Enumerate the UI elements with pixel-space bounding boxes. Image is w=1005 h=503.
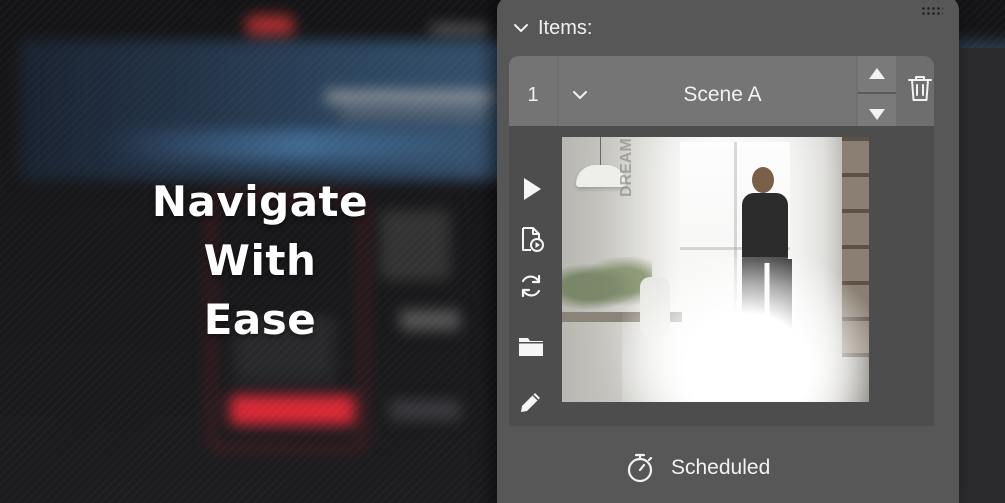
headline-line-3: Ease xyxy=(203,295,317,344)
open-media-button[interactable] xyxy=(509,219,553,259)
file-play-icon xyxy=(522,227,544,252)
headline: Navigate With Ease xyxy=(135,172,385,349)
triangle-up-icon xyxy=(869,68,885,79)
scene-thumbnail[interactable]: DREAM BIG. xyxy=(562,137,869,402)
panel-backdrop xyxy=(957,48,1005,503)
stopwatch-icon xyxy=(627,453,653,483)
chevron-down-icon xyxy=(573,91,587,99)
headline-line-2: With xyxy=(203,236,317,285)
refresh-button[interactable] xyxy=(509,266,553,306)
item-number: 1 xyxy=(509,56,557,134)
schedule-status[interactable]: Scheduled xyxy=(625,449,770,487)
refresh-icon xyxy=(521,274,541,298)
scene-name: Scene A xyxy=(683,83,762,106)
move-up-button[interactable] xyxy=(858,56,896,94)
trash-icon xyxy=(908,76,932,101)
folder-button[interactable] xyxy=(509,326,553,366)
item-row: 1 Scene A xyxy=(509,56,934,134)
play-button[interactable] xyxy=(509,169,553,209)
delete-button[interactable] xyxy=(898,70,942,106)
pencil-icon xyxy=(521,393,540,412)
play-icon xyxy=(524,178,541,200)
triangle-down-icon xyxy=(869,109,885,120)
thumbnail-wall-text: DREAM BIG. xyxy=(618,137,635,197)
items-header[interactable]: Items: xyxy=(512,14,592,42)
items-header-label: Items: xyxy=(538,16,593,39)
headline-line-1: Navigate xyxy=(151,177,369,226)
drag-grip-icon[interactable] xyxy=(921,6,943,16)
edit-button[interactable] xyxy=(509,382,553,422)
folder-icon xyxy=(519,338,543,356)
chevron-down-icon xyxy=(514,24,528,32)
reorder-buttons xyxy=(858,56,896,134)
scene-dropdown[interactable]: Scene A xyxy=(559,56,856,134)
status-label: Scheduled xyxy=(671,456,771,479)
